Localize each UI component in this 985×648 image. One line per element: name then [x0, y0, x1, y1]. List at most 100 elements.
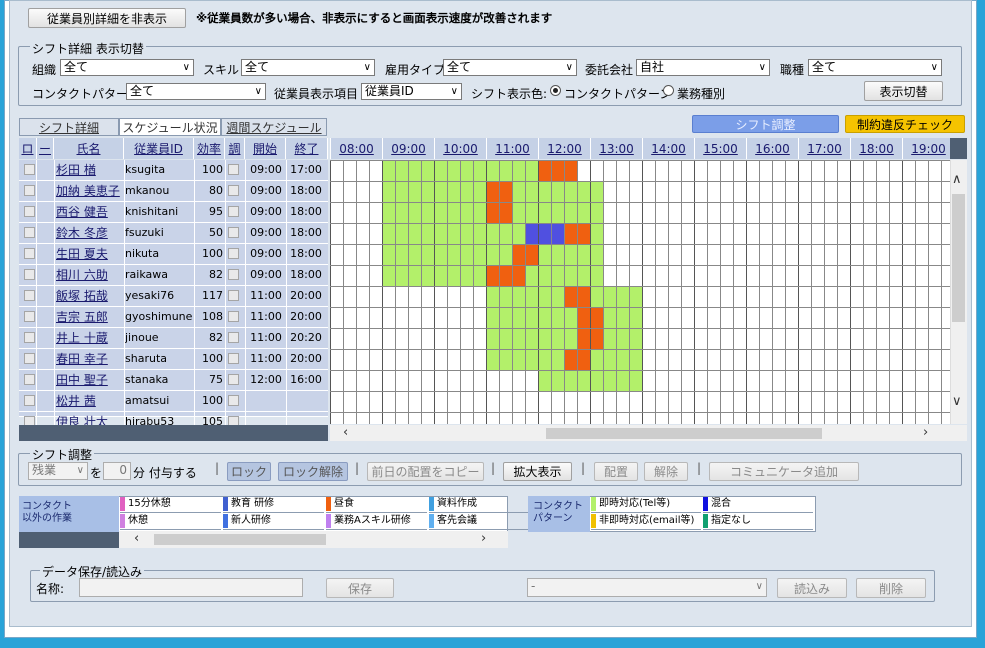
lock-checkbox[interactable] [24, 269, 35, 280]
table-row[interactable]: 相川 六助 raikawa 82 09:00 18:00 [19, 265, 328, 286]
color-business-type-radio[interactable] [663, 85, 674, 96]
place-button[interactable]: 配置 [594, 462, 638, 481]
adjust-checkbox[interactable] [228, 248, 239, 259]
table-row[interactable]: 松井 茜 amatsui 100 [19, 391, 328, 412]
row-name[interactable]: 田中 聖子 [56, 370, 124, 390]
copy-previous-day-button[interactable]: 前日の配置をコピー [367, 462, 484, 481]
adjust-type-select[interactable]: 残業 ∨ [28, 462, 88, 480]
row-end: 18:00 [290, 247, 322, 260]
col-name[interactable]: 氏名 [54, 138, 124, 159]
contact-pattern-select[interactable]: 全て ∨ [126, 83, 266, 100]
col-end[interactable]: 終了 [286, 138, 328, 159]
legend-scroll-left-icon[interactable]: ‹ [134, 531, 139, 546]
scroll-down-icon[interactable]: ∨ [952, 394, 962, 409]
org-select[interactable]: 全て ∨ [60, 59, 194, 76]
lock-checkbox[interactable] [24, 164, 35, 175]
legend-scroll-right-icon[interactable]: › [481, 531, 486, 546]
adjust-checkbox[interactable] [228, 227, 239, 238]
adjust-checkbox[interactable] [228, 269, 239, 280]
toggle-employee-details-button[interactable]: 従業員別詳細を非表示 [28, 8, 186, 28]
lock-checkbox[interactable] [24, 227, 35, 238]
table-row[interactable]: 田中 聖子 stanaka 75 12:00 16:00 [19, 370, 328, 391]
lock-checkbox[interactable] [24, 353, 35, 364]
table-row[interactable]: 生田 夏夫 nikuta 100 09:00 18:00 [19, 244, 328, 265]
scroll-right-icon[interactable]: › [923, 425, 928, 440]
save-button[interactable]: 保存 [326, 578, 394, 598]
delete-button[interactable]: 削除 [856, 578, 926, 598]
table-row[interactable]: 春田 幸子 sharuta 100 11:00 20:00 [19, 349, 328, 370]
lock-checkbox[interactable] [24, 185, 35, 196]
lock-checkbox[interactable] [24, 206, 35, 217]
schedule-grid[interactable] [330, 160, 950, 424]
col-efficiency[interactable]: 効率 [194, 138, 225, 159]
table-row[interactable]: 伊良 壮太 hirabu53 105 [19, 412, 328, 432]
adjust-minutes-input[interactable]: 0 [103, 462, 131, 480]
tab-schedule-status[interactable]: スケジュール状況 [119, 118, 221, 136]
color-contact-pattern-radio[interactable] [550, 85, 561, 96]
adjust-checkbox[interactable] [228, 185, 239, 196]
horizontal-scroll-thumb[interactable] [546, 428, 822, 439]
col-lock[interactable]: ロ [19, 138, 37, 159]
load-button[interactable]: 読込み [777, 578, 847, 598]
vertical-scroll-thumb[interactable] [952, 194, 965, 322]
table-row[interactable]: 鈴木 冬彦 fsuzuki 50 09:00 18:00 [19, 223, 328, 244]
col-dash[interactable]: ー [37, 138, 54, 159]
row-name[interactable]: 井上 十蔵 [56, 328, 124, 348]
col-employee-id[interactable]: 従業員ID [124, 138, 194, 159]
contractor-select[interactable]: 自社 ∨ [636, 59, 770, 76]
row-name[interactable]: 生田 夏夫 [56, 244, 124, 264]
adjust-checkbox[interactable] [228, 353, 239, 364]
row-name[interactable]: 西谷 健吾 [56, 202, 124, 222]
row-name[interactable]: 杉田 楢 [56, 160, 124, 180]
row-name[interactable]: 飯塚 拓哉 [56, 286, 124, 306]
adjust-checkbox[interactable] [228, 332, 239, 343]
table-row[interactable]: 飯塚 拓哉 yesaki76 117 11:00 20:00 [19, 286, 328, 307]
job-select[interactable]: 全て ∨ [808, 59, 942, 76]
row-name[interactable]: 春田 幸子 [56, 349, 124, 369]
adjust-wo-label: を [90, 466, 103, 480]
scroll-left-icon[interactable]: ‹ [343, 425, 348, 440]
col-adjust[interactable]: 調 [225, 138, 245, 159]
lock-checkbox[interactable] [24, 248, 35, 259]
table-row[interactable]: 吉宗 五郎 gyoshimune 108 11:00 20:00 [19, 307, 328, 328]
shift-adjust-button[interactable]: シフト調整 [692, 115, 839, 133]
adjust-checkbox[interactable] [228, 206, 239, 217]
skill-select[interactable]: 全て ∨ [241, 59, 375, 76]
apply-display-button[interactable]: 表示切替 [864, 81, 943, 101]
adjust-checkbox[interactable] [228, 290, 239, 301]
table-row[interactable]: 杉田 楢 ksugita 100 09:00 17:00 [19, 160, 328, 181]
tab-shift-detail[interactable]: シフト詳細 [19, 118, 119, 136]
table-row[interactable]: 加納 美恵子 mkanou 80 09:00 18:00 [19, 181, 328, 202]
adjust-checkbox[interactable] [228, 164, 239, 175]
adjust-checkbox[interactable] [228, 311, 239, 322]
scroll-up-icon[interactable]: ∧ [952, 172, 962, 187]
adjust-checkbox[interactable] [228, 374, 239, 385]
lock-button[interactable]: ロック [227, 462, 271, 481]
unlock-button[interactable]: ロック解除 [278, 462, 348, 481]
tab-weekly-schedule[interactable]: 週間スケジュール [221, 118, 327, 136]
display-item-select[interactable]: 従業員ID ∨ [361, 83, 462, 100]
table-row[interactable]: 西谷 健吾 knishitani 95 09:00 18:00 [19, 202, 328, 223]
row-name[interactable]: 松井 茜 [56, 391, 124, 411]
legend-scroll-thumb[interactable] [154, 534, 326, 545]
row-name[interactable]: 鈴木 冬彦 [56, 223, 124, 243]
lock-checkbox[interactable] [24, 290, 35, 301]
release-button[interactable]: 解除 [644, 462, 688, 481]
row-name[interactable]: 加納 美恵子 [56, 181, 124, 201]
col-start[interactable]: 開始 [245, 138, 286, 159]
load-select[interactable]: - ∨ [527, 578, 767, 597]
row-name[interactable]: 相川 六助 [56, 265, 124, 285]
column-divider [124, 349, 125, 369]
zoom-button[interactable]: 拡大表示 [503, 462, 572, 481]
lock-checkbox[interactable] [24, 311, 35, 322]
row-name[interactable]: 吉宗 五郎 [56, 307, 124, 327]
adjust-checkbox[interactable] [228, 395, 239, 406]
lock-checkbox[interactable] [24, 395, 35, 406]
lock-checkbox[interactable] [24, 374, 35, 385]
employment-type-select[interactable]: 全て ∨ [443, 59, 577, 76]
lock-checkbox[interactable] [24, 332, 35, 343]
save-name-input[interactable] [79, 578, 303, 597]
add-communicator-button[interactable]: コミュニケータ追加 [709, 462, 859, 481]
constraint-check-button[interactable]: 制約違反チェック [845, 115, 965, 133]
table-row[interactable]: 井上 十蔵 jinoue 82 11:00 20:20 [19, 328, 328, 349]
